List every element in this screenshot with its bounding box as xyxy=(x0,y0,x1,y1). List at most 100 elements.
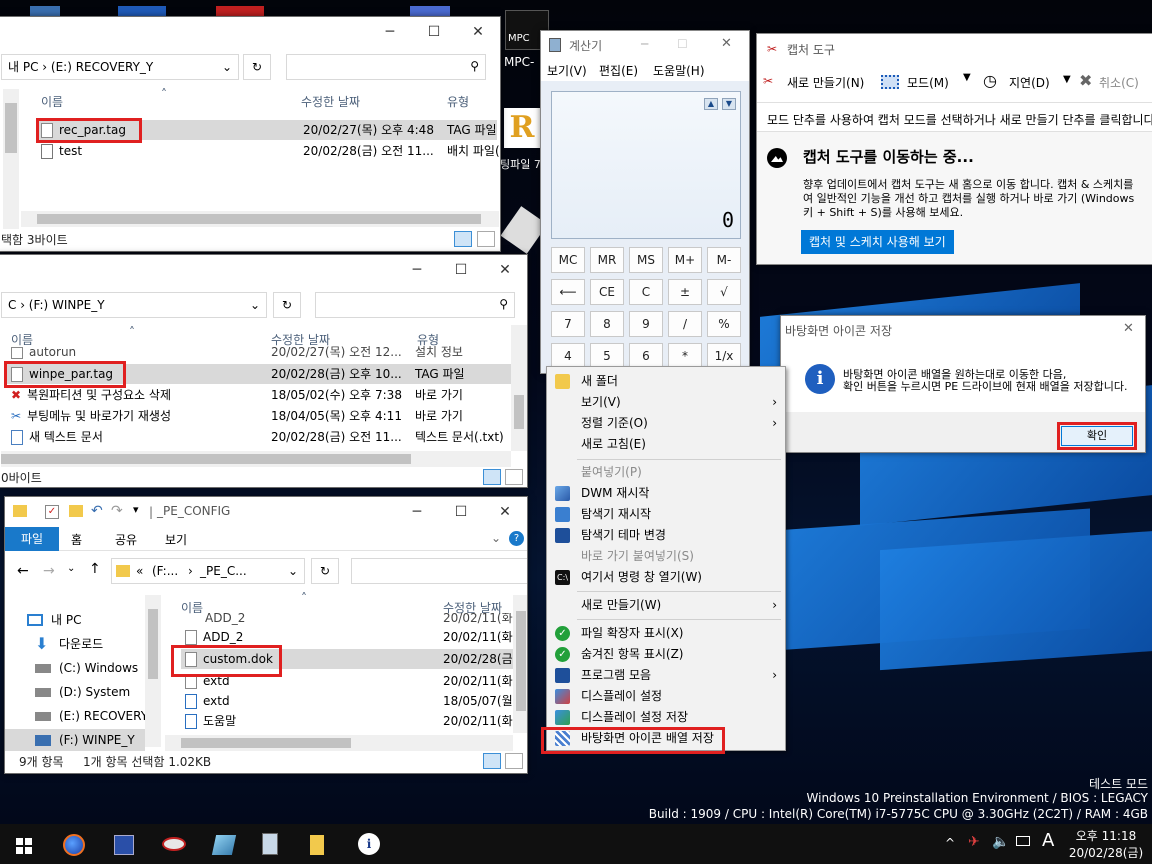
large-icons-view-icon[interactable] xyxy=(505,753,523,769)
tab-home[interactable]: 홈 xyxy=(71,531,82,548)
delay-button[interactable]: 지연(D) xyxy=(1009,74,1050,91)
customize-toolbar-icon[interactable]: ▾ xyxy=(133,503,139,516)
new-button[interactable]: 새로 만들기(N) xyxy=(787,74,864,91)
horizontal-scrollbar[interactable] xyxy=(165,735,513,751)
column-name[interactable]: 이름 xyxy=(41,93,63,110)
title-bar[interactable]: ─ ☐ ✕ xyxy=(0,255,527,285)
title-bar[interactable]: 계산기 ─ ☐ ✕ xyxy=(541,31,749,59)
calc-key[interactable]: 8 xyxy=(590,311,624,337)
refresh-button[interactable]: ↻ xyxy=(243,54,271,80)
chevron-down-icon[interactable]: ⌄ xyxy=(288,559,298,583)
menu-help[interactable]: 도움말(H) xyxy=(653,62,705,79)
calc-key[interactable]: M- xyxy=(707,247,741,273)
minimize-button[interactable]: ─ xyxy=(395,255,439,285)
file-row[interactable]: test 20/02/28(금) 오전 11... 배치 파일( xyxy=(37,141,500,161)
chevron-up-icon[interactable]: ^ xyxy=(945,836,955,850)
snipping-tool-window[interactable]: ✂ 캡처 도구 ✂ 새로 만들기(N) 모드(M) ▼ ◷ 지연(D) ▼ ✖ … xyxy=(756,33,1152,265)
address-bar[interactable]: C › (F:) WINPE_Y ⌄ xyxy=(1,292,267,318)
details-view-icon[interactable] xyxy=(454,231,472,247)
calc-key[interactable]: 9 xyxy=(629,311,663,337)
calculator-icon[interactable] xyxy=(252,827,288,861)
menu-item-programs[interactable]: 프로그램 모음 › xyxy=(547,665,785,686)
menu-item-show-extensions[interactable]: ✓ 파일 확장자 표시(X) xyxy=(547,623,785,644)
menu-item-refresh[interactable]: 새로 고침(E) xyxy=(547,434,785,455)
history-down-icon[interactable]: ▼ xyxy=(722,98,736,110)
column-date[interactable]: 수정한 날짜 xyxy=(301,93,360,110)
refresh-button[interactable]: ↻ xyxy=(273,292,301,318)
close-button[interactable]: ✕ xyxy=(721,36,732,51)
save-icons-dialog[interactable]: 바탕화면 아이콘 저장 ✕ i 바탕화면 아이콘 배열을 원하는대로 이동한 다… xyxy=(780,315,1146,453)
start-icon[interactable] xyxy=(6,827,42,861)
minimize-button[interactable]: ─ xyxy=(368,17,412,47)
calc-key[interactable]: ± xyxy=(668,279,702,305)
keyboard-icon[interactable] xyxy=(1016,836,1030,846)
close-button[interactable]: ✕ xyxy=(483,255,527,285)
undo-icon[interactable]: ↶ xyxy=(91,503,103,519)
ime-indicator[interactable]: A xyxy=(1042,830,1054,851)
explorer-window-recovery[interactable]: ─ ☐ ✕ 내 PC › (E:) RECOVERY_Y ⌄ ↻ ⚲ 이름 ˄ 수… xyxy=(0,16,501,252)
calc-key[interactable]: CE xyxy=(590,279,624,305)
delay-dropdown-icon[interactable]: ▼ xyxy=(1063,74,1071,85)
menu-item-sort-by[interactable]: 정렬 기준(O) › xyxy=(547,413,785,434)
properties-icon[interactable]: ✓ xyxy=(45,505,59,519)
menu-item-new[interactable]: 새로 만들기(W) › xyxy=(547,595,785,616)
menu-item-display-settings[interactable]: 디스플레이 설정 xyxy=(547,686,785,707)
tab-share[interactable]: 공유 xyxy=(115,531,137,548)
details-view-icon[interactable] xyxy=(483,753,501,769)
vertical-scrollbar[interactable] xyxy=(513,595,527,733)
search-input[interactable]: ⚲ xyxy=(286,54,486,80)
calc-key[interactable]: / xyxy=(668,311,702,337)
details-view-icon[interactable] xyxy=(483,469,501,485)
file-row[interactable]: autorun 20/02/27(목) 오전 12... 설치 정보 xyxy=(11,346,511,360)
firefox-icon[interactable] xyxy=(56,827,92,861)
help-icon[interactable]: ? xyxy=(509,531,524,546)
overflow-icon[interactable]: « xyxy=(136,559,143,583)
search-input[interactable] xyxy=(351,558,527,584)
column-type[interactable]: 유형 xyxy=(447,93,469,110)
file-row[interactable]: ✖ 복원파티션 및 구성요소 삭제 18/05/02(수) 오후 7:38 바로 … xyxy=(11,385,511,405)
file-row[interactable]: rec_par.tag 20/02/27(목) 오후 4:48 TAG 파일 xyxy=(37,120,497,140)
large-icons-view-icon[interactable] xyxy=(505,469,523,485)
minimize-button[interactable]: ─ xyxy=(641,37,648,51)
menu-item-new-folder[interactable]: 새 폴더 xyxy=(547,371,785,392)
address-bar[interactable]: « (F:... › _PE_C... ⌄ xyxy=(111,558,305,584)
tab-file[interactable]: 파일 xyxy=(5,527,59,551)
clock[interactable]: 오후 11:18 20/02/28(금) xyxy=(1064,827,1148,861)
tree-scrollbar[interactable] xyxy=(145,595,161,747)
cancel-button[interactable]: 취소(C) xyxy=(1099,74,1139,91)
breadcrumb-item[interactable]: (F:... xyxy=(152,559,178,583)
address-bar[interactable]: 내 PC › (E:) RECOVERY_Y ⌄ xyxy=(1,54,239,80)
title-bar[interactable]: 바탕화면 아이콘 저장 ✕ xyxy=(781,316,1145,346)
snipping-icon[interactable] xyxy=(156,827,192,861)
vertical-scrollbar[interactable] xyxy=(511,325,527,451)
file-row[interactable]: ✂ 부팅메뉴 및 바로가기 재생성 18/04/05(목) 오후 4:11 바로 … xyxy=(11,406,511,426)
file-row[interactable]: 도움말 20/02/11(화 xyxy=(185,711,515,731)
menu-item-paste-shortcut[interactable]: 바로 가기 붙여넣기(S) xyxy=(547,546,785,567)
explorer-window-winpe[interactable]: ─ ☐ ✕ C › (F:) WINPE_Y ⌄ ↻ ⚲ 이름 ˄ 수정한 날짜 … xyxy=(0,254,528,488)
maximize-button[interactable]: ☐ xyxy=(412,17,456,47)
horizontal-scrollbar[interactable] xyxy=(1,451,511,467)
calc-key[interactable]: √ xyxy=(707,279,741,305)
recent-locations-icon[interactable]: ⌄ xyxy=(67,563,75,574)
file-row[interactable]: extd 18/05/07(월 xyxy=(185,691,515,711)
chevron-down-icon[interactable]: ⌄ xyxy=(222,55,232,79)
menu-item-explorer-theme[interactable]: 탐색기 테마 변경 xyxy=(547,525,785,546)
menu-item-save-desktop-icons[interactable]: 바탕화면 아이콘 배열 저장 xyxy=(547,728,785,749)
close-button[interactable]: ✕ xyxy=(1123,321,1134,336)
calc-key[interactable]: MS xyxy=(629,247,663,273)
file-row[interactable]: ADD_2 20/02/11(화 xyxy=(185,613,515,625)
forward-button[interactable]: → xyxy=(43,563,55,579)
folder-icon[interactable] xyxy=(300,827,336,861)
title-bar[interactable]: ✓ ↶ ↷ ▾ | _PE_CONFIG ─ ☐ ✕ xyxy=(5,497,527,527)
try-snip-sketch-button[interactable]: 캡처 및 스케치 사용해 보기 xyxy=(801,230,954,254)
mode-dropdown-icon[interactable]: ▼ xyxy=(963,72,971,83)
menu-item-dwm-restart[interactable]: DWM 재시작 xyxy=(547,483,785,504)
title-bar[interactable]: ✂ 캡처 도구 xyxy=(757,34,1152,64)
mode-button[interactable]: 모드(M) xyxy=(907,74,949,91)
ok-button[interactable]: 확인 xyxy=(1061,426,1133,446)
up-button[interactable]: ↑ xyxy=(89,561,101,577)
calculator-window[interactable]: 계산기 ─ ☐ ✕ 보기(V) 편집(E) 도움말(H) ▲ ▼ 0 MC MR M… xyxy=(540,30,750,374)
nav-scrollbar[interactable] xyxy=(3,89,19,229)
menu-item-show-hidden[interactable]: ✓ 숨겨진 항목 표시(Z) xyxy=(547,644,785,665)
maximize-button[interactable]: ☐ xyxy=(439,497,483,527)
